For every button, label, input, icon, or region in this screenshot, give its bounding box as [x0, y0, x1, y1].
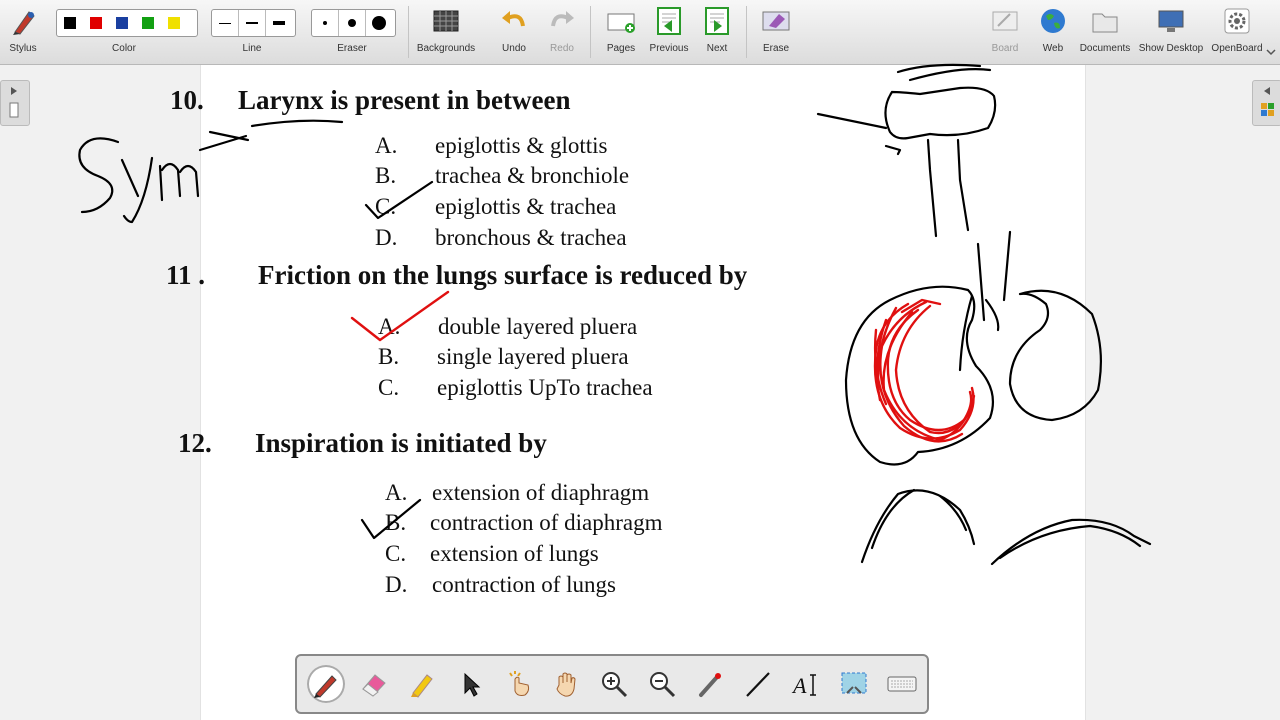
openboard-label: OpenBoard: [1211, 43, 1263, 54]
redo-icon: [551, 11, 574, 27]
interact-icon: [509, 671, 530, 696]
color-green[interactable]: [142, 17, 154, 29]
line-label: Line: [242, 43, 262, 54]
erase-icon: [762, 11, 790, 31]
option-text: extension of diaphragm: [432, 480, 650, 505]
question-text: Friction on the lungs surface is reduced…: [258, 260, 748, 290]
zoom-out-tool-button[interactable]: [643, 665, 681, 703]
folder-icon: [1092, 13, 1118, 33]
undo-icon: [502, 11, 525, 27]
option-text: contraction of diaphragm: [430, 510, 663, 535]
option-text: trachea & bronchiole: [435, 163, 630, 188]
color-label: Color: [112, 43, 136, 54]
line-width-picker: [211, 9, 296, 37]
eraser-large-button[interactable]: [366, 10, 392, 36]
previous-page-icon: [657, 7, 681, 35]
option-text: single layered pluera: [437, 344, 629, 369]
show-desktop-label: Show Desktop: [1138, 43, 1204, 54]
laser-icon: [699, 673, 721, 697]
stylus-icon: [13, 11, 35, 35]
highlighter-tool-button[interactable]: [403, 665, 441, 703]
zoom-out-icon: [650, 672, 676, 698]
pen-tool-button[interactable]: [307, 665, 345, 703]
eraser-icon: [362, 674, 386, 697]
keyboard-icon: [887, 676, 917, 692]
option-letter: D.: [375, 225, 398, 250]
zoom-in-icon: [602, 672, 628, 698]
left-panel-icon: [9, 87, 19, 118]
question-number: 12.: [178, 428, 212, 458]
option-text: bronchous & trachea: [435, 225, 627, 250]
line-tool-button[interactable]: [739, 665, 777, 703]
eraser-small-button[interactable]: [312, 10, 339, 36]
tool-dock: A: [295, 654, 929, 714]
question-text: Inspiration is initiated by: [255, 428, 547, 458]
question-text: Larynx is present in between: [238, 85, 571, 115]
question-number: 10.: [170, 85, 204, 115]
option-text: epiglottis & trachea: [435, 194, 617, 219]
gear-icon: [1224, 8, 1250, 34]
option-letter: C.: [385, 541, 407, 566]
right-panel-icon: [1261, 87, 1274, 116]
option-text: epiglottis & glottis: [435, 133, 608, 158]
monitor-icon: [1158, 10, 1184, 32]
color-blue[interactable]: [116, 17, 128, 29]
line-medium-button[interactable]: [239, 10, 266, 36]
chevron-down-icon[interactable]: [1266, 48, 1276, 56]
grid-icon: [433, 10, 459, 32]
color-palette: [56, 9, 198, 37]
erase-label: Erase: [762, 43, 790, 54]
option-text: double layered pluera: [438, 314, 638, 339]
option-letter: C.: [375, 194, 397, 219]
option-letter: B.: [385, 510, 407, 535]
hand-tool-button[interactable]: [547, 665, 585, 703]
select-icon: [464, 672, 481, 697]
backgrounds-label: Backgrounds: [416, 43, 476, 54]
documents-label: Documents: [1079, 43, 1131, 54]
right-panel-toggle[interactable]: [1252, 80, 1280, 126]
option-letter: B.: [378, 344, 400, 369]
option-letter: A.: [385, 480, 408, 505]
select-tool-button[interactable]: [451, 665, 489, 703]
eraser-tool-button[interactable]: [355, 665, 393, 703]
next-page-icon: [705, 7, 729, 35]
top-toolbar: Stylus Color Line Eraser Backgrounds Und…: [0, 0, 1280, 65]
option-letter: A.: [378, 314, 401, 339]
svg-text:A: A: [791, 673, 807, 698]
laser-tool-button[interactable]: [691, 665, 729, 703]
stylus-label: Stylus: [9, 43, 37, 54]
board-icon: [992, 11, 1018, 31]
left-panel-toggle[interactable]: [0, 80, 30, 126]
pen-icon: [314, 675, 337, 698]
highlighter-icon: [411, 674, 433, 698]
option-text: contraction of lungs: [432, 572, 616, 597]
option-text: extension of lungs: [430, 541, 599, 566]
option-letter: A.: [375, 133, 398, 158]
capture-tool-button[interactable]: [835, 665, 873, 703]
option-letter: C.: [378, 375, 400, 400]
eraser-size-picker: [311, 9, 396, 37]
capture-icon: [841, 672, 867, 694]
option-text: epiglottis UpTo trachea: [437, 375, 653, 400]
line-thin-button[interactable]: [212, 10, 239, 36]
eraser-label: Eraser: [337, 43, 367, 54]
eraser-medium-button[interactable]: [339, 10, 366, 36]
color-red[interactable]: [90, 17, 102, 29]
interact-tool-button[interactable]: [499, 665, 537, 703]
globe-icon: [1041, 9, 1065, 33]
option-letter: B.: [375, 163, 397, 188]
color-yellow[interactable]: [168, 17, 180, 29]
line-thick-button[interactable]: [266, 10, 292, 36]
add-page-icon: [607, 13, 635, 33]
underlined-keyword: Larynx: [238, 85, 324, 115]
keyboard-tool-button[interactable]: [883, 665, 921, 703]
text-icon: A: [791, 673, 816, 698]
line-icon: [746, 672, 770, 697]
zoom-in-tool-button[interactable]: [595, 665, 633, 703]
question-number: 11 .: [166, 260, 206, 290]
color-black[interactable]: [64, 17, 76, 29]
hand-icon: [556, 672, 576, 697]
text-tool-button[interactable]: A: [787, 665, 825, 703]
option-letter: D.: [385, 572, 408, 597]
